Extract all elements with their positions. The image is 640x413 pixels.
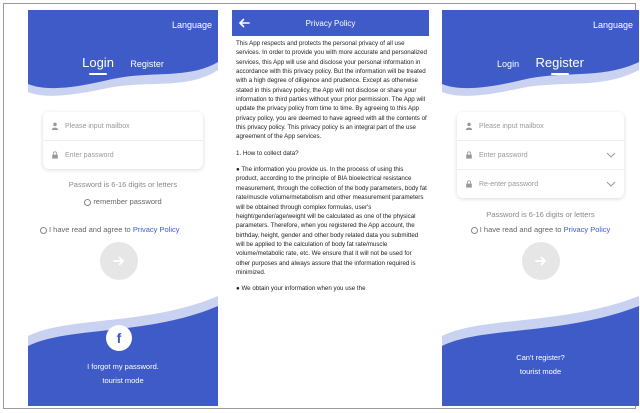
register-submit-button[interactable] (522, 242, 560, 280)
arrow-right-icon (113, 256, 125, 266)
language-button[interactable]: Language (593, 20, 633, 30)
tourist-mode-link[interactable]: tourist mode (442, 367, 639, 376)
section-heading: 1. How to collect data? (236, 149, 299, 157)
arrow-left-icon (238, 18, 250, 28)
mail-placeholder: Please input mailbox (479, 122, 544, 130)
user-icon (465, 122, 473, 130)
auth-tabs: Login Register (28, 54, 218, 75)
page-title: Privacy Policy (305, 18, 356, 28)
cant-register-link[interactable]: Can't register? (442, 353, 639, 362)
login-submit-button[interactable] (100, 242, 138, 280)
privacy-policy-screen: Privacy Policy This App respects and pro… (232, 10, 429, 406)
chevron-down-icon[interactable] (606, 181, 616, 187)
register-screen: Language Login Register Please input mai… (442, 10, 639, 406)
agree-text: I have read and agree to (49, 225, 131, 234)
lock-icon (52, 151, 58, 159)
agree-option[interactable]: I have read and agree to Privacy Policy (442, 225, 639, 234)
chevron-down-icon[interactable] (606, 152, 616, 158)
lock-icon (466, 151, 472, 159)
user-icon (51, 122, 59, 130)
footer-wave (28, 296, 218, 406)
login-form-card: Please input mailbox Enter password (43, 112, 203, 169)
password-hint: Password is 6-16 digits or letters (68, 180, 178, 189)
privacy-policy-link[interactable]: Privacy Policy (133, 225, 180, 234)
privacy-bullet: ● We obtain your information when you us… (236, 285, 366, 293)
tab-login[interactable]: Login (82, 55, 114, 75)
password-field[interactable]: Enter password (43, 141, 203, 169)
facebook-icon: f (116, 330, 122, 346)
tab-login[interactable]: Login (497, 59, 519, 69)
password-placeholder: Enter password (65, 151, 114, 159)
reenter-placeholder: Re-enter password (479, 180, 539, 188)
forgot-password-link[interactable]: I forgot my password. (28, 362, 218, 371)
login-screen: Language Login Register Please input mai… (28, 10, 218, 406)
privacy-policy-link[interactable]: Privacy Policy (564, 225, 611, 234)
register-form-card: Please input mailbox Enter password Re-e… (457, 112, 624, 198)
mail-placeholder: Please input mailbox (65, 122, 130, 130)
lock-icon (466, 180, 472, 188)
agree-radio[interactable] (470, 227, 478, 234)
remember-option[interactable]: remember password (28, 197, 218, 206)
auth-tabs: Login Register (442, 54, 639, 75)
remember-radio[interactable] (84, 199, 92, 206)
privacy-header: Privacy Policy (232, 10, 429, 36)
password-placeholder: Enter password (479, 151, 528, 159)
privacy-content[interactable]: This App respects and protects the perso… (236, 39, 427, 406)
password-field[interactable]: Enter password (457, 141, 624, 170)
tab-register[interactable]: Register (536, 55, 584, 75)
footer-wave (442, 296, 639, 406)
facebook-login-button[interactable]: f (106, 325, 132, 351)
mail-field[interactable]: Please input mailbox (457, 112, 624, 141)
arrow-right-icon (535, 256, 547, 266)
password-hint: Password is 6-16 digits or letters (486, 210, 595, 219)
tab-register[interactable]: Register (130, 59, 164, 69)
privacy-intro: This App respects and protects the perso… (236, 40, 427, 141)
remember-label: remember password (93, 197, 162, 206)
privacy-bullet: ● The information you provide us. In the… (236, 166, 427, 276)
reenter-password-field[interactable]: Re-enter password (457, 170, 624, 198)
agree-option[interactable]: I have read and agree to Privacy Policy (40, 225, 218, 234)
language-button[interactable]: Language (172, 20, 212, 30)
mail-field[interactable]: Please input mailbox (43, 112, 203, 141)
agree-text: I have read and agree to (479, 225, 562, 234)
agree-radio[interactable] (40, 227, 47, 234)
tourist-mode-link[interactable]: tourist mode (28, 376, 218, 385)
back-button[interactable] (238, 18, 258, 28)
